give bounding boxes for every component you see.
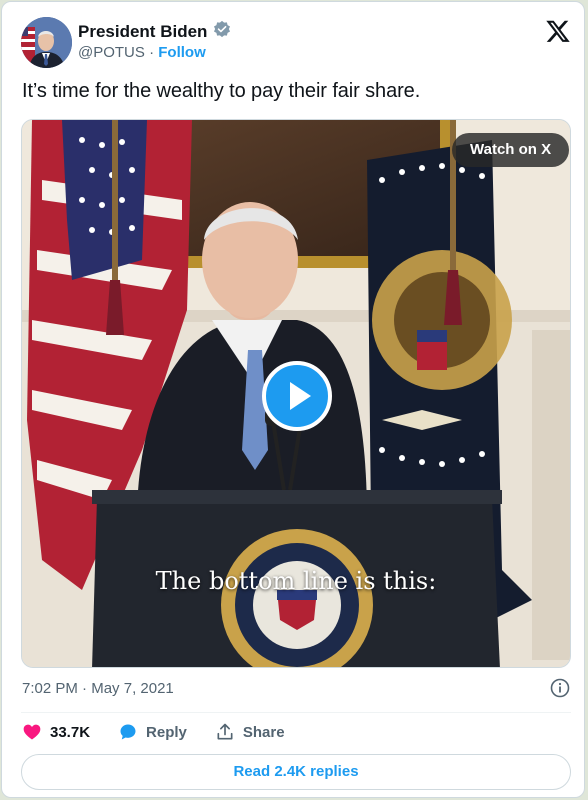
action-bar: 33.7K Reply Share	[22, 722, 313, 742]
tweet-text: It’s time for the wealthy to pay their f…	[22, 80, 421, 102]
verified-badge-icon	[213, 20, 231, 43]
tweet-time: 7:02 PM	[22, 680, 78, 697]
reply-button[interactable]: Reply	[118, 722, 187, 742]
like-count: 33.7K	[50, 723, 91, 741]
reply-label: Reply	[146, 723, 187, 741]
heart-icon	[23, 724, 41, 740]
follow-button[interactable]: Follow	[158, 44, 206, 61]
separator: ·	[82, 680, 88, 697]
like-button[interactable]: 33.7K	[22, 722, 90, 742]
x-logo-icon[interactable]	[545, 18, 571, 44]
divider	[21, 712, 571, 713]
watch-on-x-button[interactable]: Watch on X	[452, 133, 570, 167]
tweet-date: May 7, 2021	[91, 680, 174, 697]
tweet-card: President Biden @POTUS · Follow It’s tim…	[1, 1, 585, 798]
author-handle[interactable]: @POTUS	[78, 44, 145, 61]
avatar[interactable]	[21, 17, 72, 68]
info-icon[interactable]	[550, 678, 570, 698]
share-button[interactable]: Share	[215, 722, 285, 742]
separator: ·	[149, 44, 155, 61]
share-icon	[217, 723, 233, 740]
reply-bubble-icon	[120, 724, 136, 740]
video-caption: The bottom line is this:	[155, 567, 437, 595]
video-media[interactable]: Watch on X The bottom line is this:	[21, 119, 571, 668]
read-replies-button[interactable]: Read 2.4K replies	[21, 754, 571, 790]
play-icon	[290, 382, 311, 410]
play-button[interactable]	[262, 361, 332, 431]
tweet-timestamp[interactable]: 7:02 PM · May 7, 2021	[22, 680, 174, 697]
share-label: Share	[242, 723, 285, 741]
author-name[interactable]: President Biden	[78, 22, 207, 42]
